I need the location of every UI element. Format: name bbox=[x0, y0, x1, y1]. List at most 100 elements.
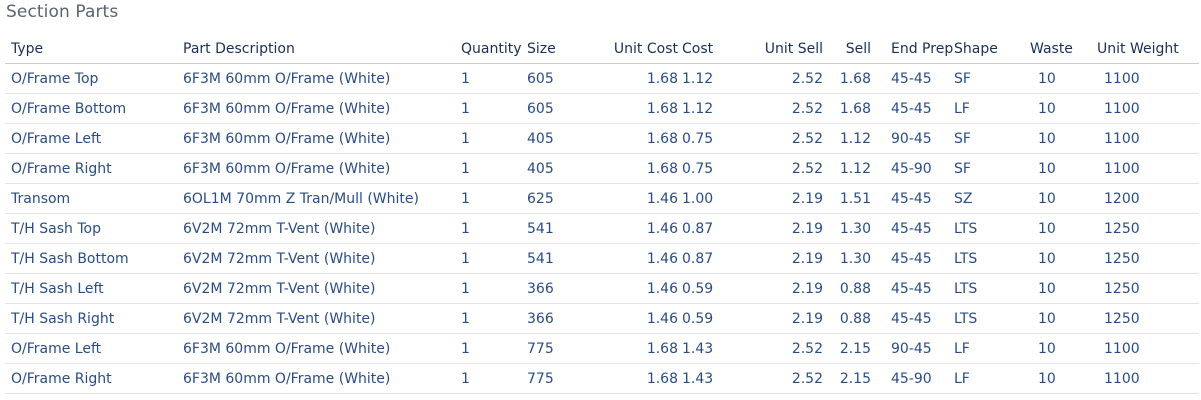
cell-waste: 10 bbox=[1024, 273, 1091, 304]
cell-end-prep: 45-90 bbox=[871, 363, 948, 394]
cell-shape: LTS bbox=[948, 213, 1024, 244]
cell-part-description: 6OL1M 70mm Z Tran/Mull (White) bbox=[177, 183, 447, 214]
table-row[interactable]: O/Frame Top 6F3M 60mm O/Frame (White) 1 605… bbox=[5, 63, 1199, 94]
cell-quantity: 1 bbox=[447, 363, 521, 394]
cell-unit-cost: 1.46 bbox=[577, 183, 678, 214]
cell-sell: 0.88 bbox=[823, 303, 871, 334]
cell-unit-sell: 2.52 bbox=[732, 153, 823, 184]
cell-unit-weight: 1100 bbox=[1091, 333, 1199, 364]
table-row[interactable]: T/H Sash Left 6V2M 72mm T-Vent (White) 1 36… bbox=[5, 273, 1199, 304]
cell-waste: 10 bbox=[1024, 333, 1091, 364]
cell-cost: 0.87 bbox=[678, 243, 732, 274]
cell-cost: 1.00 bbox=[678, 183, 732, 214]
cell-quantity: 1 bbox=[447, 213, 521, 244]
cell-end-prep: 45-45 bbox=[871, 273, 948, 304]
cell-type: O/Frame Bottom bbox=[5, 93, 177, 124]
cell-end-prep: 45-45 bbox=[871, 183, 948, 214]
cell-unit-weight: 1100 bbox=[1091, 363, 1199, 394]
cell-unit-weight: 1250 bbox=[1091, 273, 1199, 304]
cell-type: O/Frame Left bbox=[5, 123, 177, 154]
header-part-description[interactable]: Part Description bbox=[177, 34, 447, 64]
cell-end-prep: 45-45 bbox=[871, 213, 948, 244]
cell-unit-cost: 1.46 bbox=[577, 243, 678, 274]
table-row[interactable]: T/H Sash Top 6V2M 72mm T-Vent (White) 1 541… bbox=[5, 213, 1199, 244]
cell-unit-cost: 1.68 bbox=[577, 363, 678, 394]
cell-unit-sell: 2.52 bbox=[732, 363, 823, 394]
cell-unit-sell: 2.19 bbox=[732, 243, 823, 274]
table-row[interactable]: T/H Sash Right 6V2M 72mm T-Vent (White) 1 3… bbox=[5, 303, 1199, 334]
cell-end-prep: 90-45 bbox=[871, 123, 948, 154]
cell-waste: 10 bbox=[1024, 63, 1091, 94]
cell-type: O/Frame Top bbox=[5, 63, 177, 94]
header-waste[interactable]: Waste bbox=[1024, 34, 1091, 64]
cell-unit-cost: 1.68 bbox=[577, 153, 678, 184]
cell-part-description: 6F3M 60mm O/Frame (White) bbox=[177, 153, 447, 184]
header-unit-sell[interactable]: Unit Sell bbox=[732, 34, 823, 64]
cell-end-prep: 90-45 bbox=[871, 333, 948, 364]
cell-shape: LF bbox=[948, 93, 1024, 124]
cell-shape: LTS bbox=[948, 273, 1024, 304]
cell-type: Transom bbox=[5, 183, 177, 214]
cell-size: 541 bbox=[521, 213, 577, 244]
cell-unit-weight: 1250 bbox=[1091, 213, 1199, 244]
cell-type: T/H Sash Top bbox=[5, 213, 177, 244]
table-row[interactable]: Transom 6OL1M 70mm Z Tran/Mull (White) 1 62… bbox=[5, 183, 1199, 214]
header-unit-cost[interactable]: Unit Cost bbox=[577, 34, 678, 64]
cell-unit-sell: 2.52 bbox=[732, 123, 823, 154]
header-cost[interactable]: Cost bbox=[678, 34, 732, 64]
cell-waste: 10 bbox=[1024, 123, 1091, 154]
table-row[interactable]: O/Frame Bottom 6F3M 60mm O/Frame (White) 1… bbox=[5, 93, 1199, 124]
table-row[interactable]: O/Frame Left 6F3M 60mm O/Frame (White) 1 77… bbox=[5, 333, 1199, 364]
cell-cost: 1.12 bbox=[678, 93, 732, 124]
cell-shape: SF bbox=[948, 63, 1024, 94]
cell-size: 775 bbox=[521, 333, 577, 364]
cell-end-prep: 45-45 bbox=[871, 243, 948, 274]
cell-shape: LTS bbox=[948, 303, 1024, 334]
table-header-row: Type Part Description Quantity Size Unit… bbox=[5, 34, 1199, 64]
cell-unit-cost: 1.46 bbox=[577, 303, 678, 334]
cell-size: 605 bbox=[521, 93, 577, 124]
cell-end-prep: 45-45 bbox=[871, 63, 948, 94]
table-row[interactable]: O/Frame Left 6F3M 60mm O/Frame (White) 1 40… bbox=[5, 123, 1199, 154]
cell-waste: 10 bbox=[1024, 93, 1091, 124]
cell-sell: 1.12 bbox=[823, 123, 871, 154]
cell-shape: SZ bbox=[948, 183, 1024, 214]
cell-unit-cost: 1.46 bbox=[577, 213, 678, 244]
cell-waste: 10 bbox=[1024, 303, 1091, 334]
cell-part-description: 6F3M 60mm O/Frame (White) bbox=[177, 333, 447, 364]
cell-cost: 0.59 bbox=[678, 303, 732, 334]
cell-unit-sell: 2.52 bbox=[732, 333, 823, 364]
cell-cost: 0.87 bbox=[678, 213, 732, 244]
cell-quantity: 1 bbox=[447, 243, 521, 274]
cell-unit-cost: 1.46 bbox=[577, 273, 678, 304]
cell-type: O/Frame Right bbox=[5, 363, 177, 394]
cell-unit-weight: 1100 bbox=[1091, 93, 1199, 124]
header-type[interactable]: Type bbox=[5, 34, 177, 64]
table-row[interactable]: O/Frame Right 6F3M 60mm O/Frame (White) 1 4… bbox=[5, 153, 1199, 184]
header-unit-weight[interactable]: Unit Weight bbox=[1091, 34, 1199, 64]
cell-part-description: 6V2M 72mm T-Vent (White) bbox=[177, 273, 447, 304]
cell-cost: 0.75 bbox=[678, 153, 732, 184]
cell-waste: 10 bbox=[1024, 243, 1091, 274]
table-row[interactable]: O/Frame Right 6F3M 60mm O/Frame (White) 1 7… bbox=[5, 363, 1199, 394]
cell-waste: 10 bbox=[1024, 153, 1091, 184]
section-title: Section Parts bbox=[6, 2, 119, 22]
header-shape[interactable]: Shape bbox=[948, 34, 1024, 64]
cell-unit-sell: 2.52 bbox=[732, 63, 823, 94]
table-body: O/Frame Top 6F3M 60mm O/Frame (White) 1 605… bbox=[5, 63, 1199, 394]
header-quantity[interactable]: Quantity bbox=[447, 34, 522, 64]
cell-type: T/H Sash Right bbox=[5, 303, 177, 334]
cell-size: 775 bbox=[521, 363, 577, 394]
cell-waste: 10 bbox=[1024, 213, 1091, 244]
cell-unit-sell: 2.19 bbox=[732, 303, 823, 334]
header-end-prep[interactable]: End Prep bbox=[871, 34, 953, 64]
cell-part-description: 6F3M 60mm O/Frame (White) bbox=[177, 63, 447, 94]
table-row[interactable]: T/H Sash Bottom 6V2M 72mm T-Vent (White) 1… bbox=[5, 243, 1199, 274]
header-sell[interactable]: Sell bbox=[823, 34, 871, 64]
header-size[interactable]: Size bbox=[521, 34, 577, 64]
cell-cost: 0.59 bbox=[678, 273, 732, 304]
cell-size: 405 bbox=[521, 153, 577, 184]
cell-unit-weight: 1200 bbox=[1091, 183, 1199, 214]
cell-waste: 10 bbox=[1024, 183, 1091, 214]
cell-size: 405 bbox=[521, 123, 577, 154]
